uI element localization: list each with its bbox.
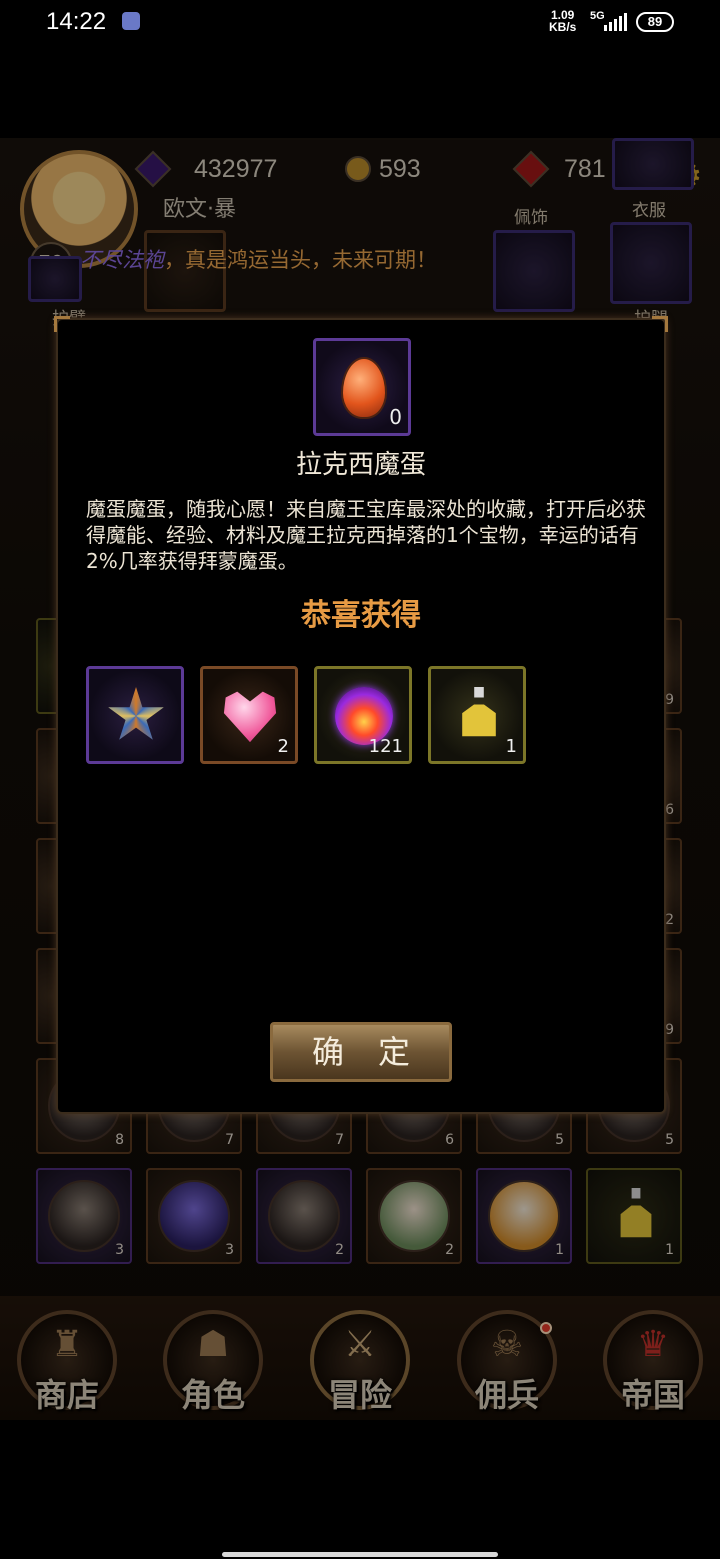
dialog-corner bbox=[652, 316, 668, 332]
status-time: 14:22 bbox=[46, 8, 107, 35]
demon-egg-icon bbox=[341, 357, 387, 419]
item-count: 0 bbox=[389, 405, 402, 429]
signal-bars-icon bbox=[604, 13, 627, 31]
network-speed: 1.09 KB/s bbox=[549, 9, 576, 33]
status-bar: 14:22 1.09 KB/s 5G 89 bbox=[0, 0, 720, 46]
reward-count: 1 bbox=[505, 736, 517, 757]
item-icon-box: 0 bbox=[313, 338, 411, 436]
reward-item[interactable]: 2 bbox=[200, 666, 298, 764]
confirm-button[interactable]: 确定 bbox=[270, 1022, 452, 1082]
congrats-heading: 恭喜获得 bbox=[301, 598, 421, 633]
golden-potion-icon bbox=[462, 687, 496, 737]
pink-heart-gem-icon bbox=[223, 691, 277, 743]
reward-item[interactable]: 1 bbox=[428, 666, 526, 764]
reward-count: 121 bbox=[368, 736, 403, 757]
item-name: 拉克西魔蛋 bbox=[295, 450, 426, 480]
signal-type: 5G bbox=[590, 10, 605, 22]
reward-item[interactable] bbox=[86, 666, 184, 764]
reward-dialog: 0 拉克西魔蛋 魔蛋魔蛋，随我心愿！来自魔王宝库最深处的收藏，打开后必获得魔能、… bbox=[54, 316, 668, 1114]
dialog-corner bbox=[54, 316, 70, 332]
home-indicator[interactable] bbox=[222, 1552, 498, 1557]
game-app-icon bbox=[122, 12, 140, 30]
battery-icon: 89 bbox=[636, 12, 674, 32]
reward-count: 2 bbox=[277, 736, 289, 757]
reward-list: 2 121 1 bbox=[86, 666, 526, 764]
amulet-icon bbox=[108, 687, 164, 740]
reward-item[interactable]: 121 bbox=[314, 666, 412, 764]
item-description: 魔蛋魔蛋，随我心愿！来自魔王宝库最深处的收藏，打开后必获得魔能、经验、材料及魔王… bbox=[86, 497, 646, 573]
network-speed-unit: KB/s bbox=[549, 20, 577, 34]
